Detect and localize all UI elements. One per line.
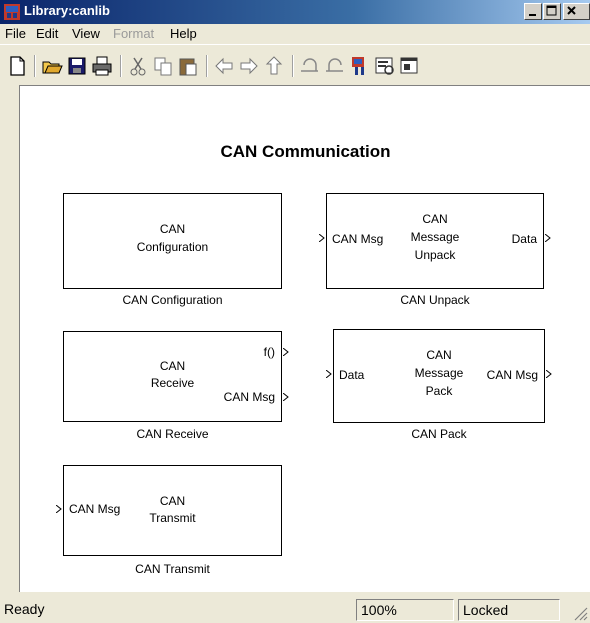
menu-format[interactable]: Format [113, 26, 154, 41]
block-label-line: CAN [422, 212, 448, 226]
block-label-line: CAN [159, 222, 186, 236]
output-port-label: CAN Msg [223, 390, 275, 404]
menu-view[interactable]: View [72, 26, 100, 41]
toolbar-separator [206, 55, 208, 77]
window-title: Library:canlib [24, 3, 110, 18]
library-window: Library:canlib File Edit View Format Hel… [0, 0, 590, 623]
toolbar-separator [120, 55, 122, 77]
input-port-label: CAN Msg [332, 232, 384, 246]
can-receive-caption: CAN Receive [136, 427, 209, 441]
toolbar-separator [292, 55, 294, 77]
input-port-label: CAN Msg [69, 502, 121, 516]
lock-status: Locked [458, 599, 560, 621]
output-port-label: f() [263, 345, 275, 359]
model-canvas[interactable]: CAN Communication CAN Configuration CAN … [19, 85, 590, 592]
close-button[interactable] [563, 3, 590, 20]
input-port-arrow-icon[interactable] [56, 505, 62, 513]
print-icon[interactable] [91, 55, 113, 77]
can-transmit-block[interactable]: CAN Transmit CAN Msg [63, 465, 282, 556]
block-label-line: Configuration [136, 240, 209, 254]
can-unpack-caption: CAN Unpack [400, 293, 470, 307]
block-label-line: Receive [150, 376, 195, 390]
can-configuration-block[interactable]: CAN Configuration [63, 193, 282, 289]
can-receive-block[interactable]: CAN Receive f() CAN Msg [63, 331, 282, 422]
menu-bar: File Edit View Format Help [0, 24, 590, 44]
save-icon[interactable] [66, 55, 88, 77]
can-unpack-block[interactable]: CAN Message Unpack CAN Msg Data [326, 193, 544, 289]
menu-edit[interactable]: Edit [36, 26, 58, 41]
new-icon[interactable] [6, 55, 28, 77]
toolbar [0, 44, 590, 85]
model-explorer-icon[interactable] [374, 55, 396, 77]
output-port-arrow-icon[interactable] [283, 348, 289, 356]
cut-icon[interactable] [127, 55, 149, 77]
can-pack-caption: CAN Pack [411, 427, 467, 441]
forward-icon[interactable] [238, 55, 260, 77]
output-port-label: CAN Msg [486, 368, 538, 382]
can-configuration-caption: CAN Configuration [122, 293, 223, 307]
resize-grip-icon[interactable] [572, 605, 588, 621]
debugger-icon[interactable] [399, 55, 421, 77]
paste-icon[interactable] [177, 55, 199, 77]
output-port-arrow-icon[interactable] [283, 393, 289, 401]
menu-help[interactable]: Help [170, 26, 197, 41]
copy-icon[interactable] [152, 55, 174, 77]
menu-file[interactable]: File [5, 26, 26, 41]
block-label-line: Unpack [414, 248, 456, 262]
output-port-label: Data [511, 232, 537, 246]
redo-icon[interactable] [324, 55, 346, 77]
block-label-line: CAN [426, 348, 452, 362]
output-port-arrow-icon[interactable] [545, 234, 551, 242]
up-icon[interactable] [263, 55, 285, 77]
status-text: Ready [4, 601, 45, 617]
simulink-app-icon [4, 4, 20, 20]
open-icon[interactable] [41, 55, 63, 77]
can-pack-block[interactable]: CAN Message Pack Data CAN Msg [333, 329, 545, 423]
maximize-icon [546, 5, 557, 16]
block-label-line: CAN [159, 359, 186, 373]
canvas-title: CAN Communication [220, 142, 391, 161]
library-browser-icon[interactable] [349, 55, 371, 77]
minimize-button[interactable] [524, 3, 542, 20]
input-port-arrow-icon[interactable] [319, 234, 325, 242]
can-transmit-caption: CAN Transmit [135, 562, 210, 576]
zoom-level: 100% [356, 599, 454, 621]
status-bar: Ready 100% Locked [0, 597, 590, 623]
maximize-button[interactable] [543, 3, 561, 20]
input-port-arrow-icon[interactable] [326, 370, 332, 378]
title-bar[interactable]: Library:canlib [0, 0, 590, 24]
toolbar-separator [34, 55, 36, 77]
block-label-line: Pack [425, 384, 453, 398]
output-port-arrow-icon[interactable] [546, 370, 552, 378]
input-port-label: Data [339, 368, 365, 382]
close-icon [567, 6, 576, 15]
undo-icon[interactable] [299, 55, 321, 77]
back-icon[interactable] [213, 55, 235, 77]
minimize-icon [529, 14, 536, 16]
